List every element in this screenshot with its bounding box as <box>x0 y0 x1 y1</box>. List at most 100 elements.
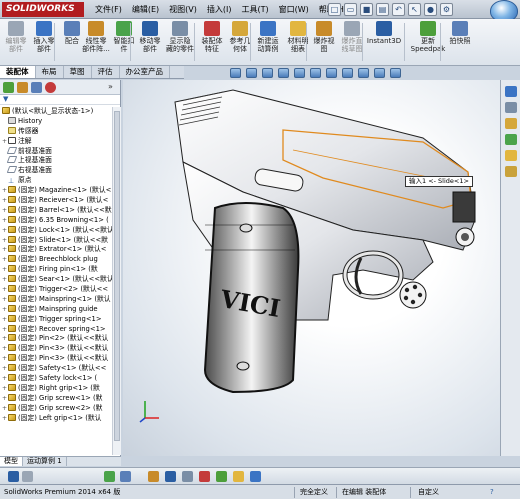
dynamic-annotation-icon[interactable] <box>294 68 305 78</box>
command-button-show-hidden[interactable]: 显示隐 藏的零件 <box>166 21 194 53</box>
tree-item[interactable]: + (固定) 6.35 Browning<1> ( <box>0 215 112 226</box>
tree-item[interactable]: + (固定) Pin<3> (默认<<默认 <box>0 354 112 364</box>
menu-item[interactable]: 编辑(E) <box>127 0 164 19</box>
tree-item[interactable]: + (固定) Safety lock<1> ( <box>0 374 112 384</box>
menu-item[interactable]: 工具(T) <box>236 0 273 19</box>
tree-item[interactable]: + 注解 <box>0 136 112 147</box>
tree-item[interactable]: + (固定) Safety<1> (默认<< <box>0 364 112 374</box>
new-document-icon[interactable]: □ <box>328 3 341 16</box>
tree-item[interactable]: 前视基准面 <box>0 146 112 157</box>
rebuild-icon[interactable]: ● <box>424 3 437 16</box>
display-manager-icon[interactable] <box>45 82 56 93</box>
tree-item[interactable]: + (固定) Extrator<1> (默认< <box>0 245 112 255</box>
tree-item[interactable]: + (固定) Breechblock plug <box>0 255 112 265</box>
command-button-exploded-view[interactable]: 爆炸视 图 <box>310 21 338 53</box>
smart-dimension-icon[interactable] <box>120 471 131 482</box>
fillet-icon[interactable] <box>233 471 244 482</box>
configuration-manager-icon[interactable] <box>31 82 42 93</box>
status-custom-units[interactable]: 自定义 <box>418 485 439 499</box>
tree-item[interactable]: + (固定) Pin<2> (默认<<默认 <box>0 334 112 344</box>
filter-row[interactable]: ▼ <box>0 95 120 105</box>
solidworks-resources-icon[interactable] <box>505 86 517 97</box>
view-orientation-icon[interactable] <box>310 68 321 78</box>
circle-icon[interactable] <box>165 471 176 482</box>
extrude-icon[interactable] <box>199 471 210 482</box>
line-icon[interactable] <box>182 471 193 482</box>
pistol-model[interactable]: VICI <box>123 80 500 456</box>
tree-item[interactable]: 右视基准面 <box>0 166 112 176</box>
tree-item[interactable]: + (固定) Barrel<1> (默认<<默 <box>0 205 112 216</box>
command-button-instant3d[interactable]: Instant3D <box>366 21 402 45</box>
dropdown-icon[interactable] <box>22 471 33 482</box>
save-icon[interactable] <box>8 471 19 482</box>
tree-item[interactable]: + (固定) Left grip<1> (默认 <box>0 413 112 424</box>
tree-item[interactable]: + (固定) Pin<3> (默认<<默认 <box>0 344 112 354</box>
tree-item[interactable]: + (固定) Firing pin<1> (默 <box>0 265 112 275</box>
previous-view-icon[interactable] <box>262 68 273 78</box>
command-button-edit-component[interactable]: 编辑零 部件 <box>2 21 30 53</box>
apply-scene-icon[interactable] <box>374 68 385 78</box>
tree-item[interactable]: + (固定) Lock<1> (默认<<默认 <box>0 225 112 236</box>
expand-panel-icon[interactable]: » <box>108 82 117 93</box>
command-button-snapshot[interactable]: 拍快照 <box>446 21 474 45</box>
tree-item[interactable]: + (固定) Right grip<1> (默 <box>0 383 112 394</box>
options-icon[interactable]: ⚙ <box>440 3 453 16</box>
zoom-to-fit-icon[interactable] <box>230 68 241 78</box>
command-button-move-component[interactable]: 移动零 部件 <box>136 21 164 53</box>
hide-show-items-icon[interactable] <box>342 68 353 78</box>
tab-3[interactable]: 评估 <box>92 66 120 78</box>
tab-4[interactable]: 办公室产品 <box>120 66 170 78</box>
tab-2[interactable]: 草图 <box>64 66 92 78</box>
tree-item[interactable]: + (固定) Reciever<1> (默认< <box>0 196 112 206</box>
tree-item[interactable]: + (固定) Recover spring<1> <box>0 324 112 335</box>
file-explorer-icon[interactable] <box>505 118 517 129</box>
feature-tree-scrollbar[interactable] <box>112 107 121 455</box>
solidworks-logo[interactable]: SOLIDWORKS <box>2 2 84 17</box>
magazine-drum[interactable] <box>399 281 427 309</box>
command-button-bill-of-materials[interactable]: 材料明 细表 <box>284 21 312 53</box>
feature-tree-icon[interactable] <box>3 82 14 93</box>
undo-icon[interactable]: ↶ <box>392 3 405 16</box>
custom-properties-icon[interactable] <box>505 166 517 177</box>
revolve-icon[interactable] <box>216 471 227 482</box>
design-library-icon[interactable] <box>505 102 517 113</box>
tree-item[interactable]: 上视基准面 <box>0 156 112 166</box>
print-icon[interactable]: ▤ <box>376 3 389 16</box>
tree-item[interactable]: + (固定) Slide<1> (默认<<默 <box>0 235 112 246</box>
menu-item[interactable]: 文件(F) <box>90 0 127 19</box>
model-tab-1[interactable]: 运动算例 1 <box>23 457 67 466</box>
command-button-linear-pattern[interactable]: 线性零 部件阵... <box>82 21 110 53</box>
tree-item[interactable]: + (固定) Grip screw<2> (默 <box>0 403 112 414</box>
help-icon[interactable]: ? <box>490 485 494 499</box>
menu-item[interactable]: 插入(I) <box>202 0 237 19</box>
property-manager-icon[interactable] <box>17 82 28 93</box>
filter-icon[interactable]: ▼ <box>3 95 8 103</box>
tree-item[interactable]: ⊥ 原点 <box>0 176 112 186</box>
tree-item[interactable]: 传感器 <box>0 126 112 137</box>
tree-item[interactable]: + (固定) Sear<1> (默认<<默认 <box>0 275 112 285</box>
tree-item[interactable]: + (固定) Magazine<1> (默认< <box>0 186 112 196</box>
display-style-icon[interactable] <box>326 68 337 78</box>
appearances-icon[interactable] <box>505 150 517 161</box>
edit-appearance-icon[interactable] <box>358 68 369 78</box>
command-button-smart-fasteners[interactable]: 智能扣 件 <box>110 21 138 53</box>
tree-root[interactable]: (默认<默认_显示状态-1>) <box>0 107 112 117</box>
tree-item[interactable]: + (固定) Trigger spring<1> <box>0 314 112 325</box>
menu-item[interactable]: 视图(V) <box>164 0 202 19</box>
model-tab-0[interactable]: 模型 <box>0 457 23 466</box>
tree-item[interactable]: + (固定) Mainspring<1> (默认 <box>0 294 112 305</box>
select-icon[interactable]: ↖ <box>408 3 421 16</box>
zoom-area-icon[interactable] <box>246 68 257 78</box>
tree-item[interactable]: + (固定) Grip screw<1> (默 <box>0 393 112 404</box>
tab-1[interactable]: 布局 <box>36 66 64 78</box>
sketch-icon[interactable] <box>104 471 115 482</box>
command-button-new-motion-study[interactable]: 新建运 动算例 <box>254 21 282 53</box>
graphics-area[interactable]: VICI 输入1 <- Slide<1> <box>123 80 500 456</box>
tree-item[interactable]: + (固定) Mainspring guide <box>0 304 112 315</box>
menu-item[interactable]: 窗口(W) <box>274 0 314 19</box>
open-icon[interactable]: ▭ <box>344 3 357 16</box>
shell-icon[interactable] <box>250 471 261 482</box>
tab-0[interactable]: 装配体 <box>0 66 36 78</box>
section-view-icon[interactable] <box>278 68 289 78</box>
save-icon[interactable]: ■ <box>360 3 373 16</box>
